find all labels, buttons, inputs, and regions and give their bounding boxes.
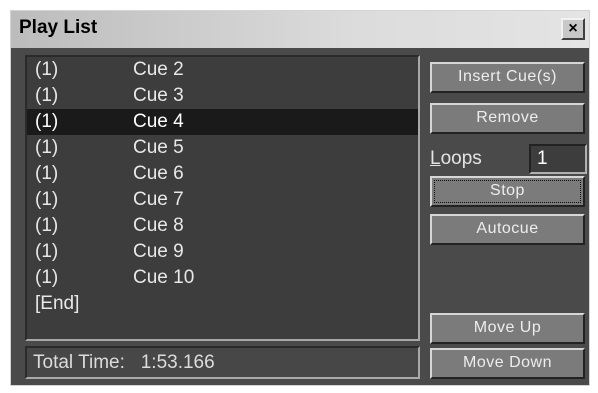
list-item-loops: (1) <box>35 163 59 184</box>
list-item-loops: (1) <box>35 267 59 288</box>
list-item-loops: (1) <box>35 85 59 106</box>
total-time-bar: Total Time: 1:53.166 <box>25 346 420 379</box>
move-down-button[interactable]: Move Down <box>430 348 585 379</box>
list-item-cue: Cue 8 <box>133 215 184 236</box>
list-item-cue: Cue 9 <box>133 241 184 262</box>
list-item-cue: Cue 10 <box>133 267 195 288</box>
list-item-cue: Cue 4 <box>133 111 184 132</box>
list-item[interactable]: (1) Cue 5 <box>27 135 418 161</box>
loops-label-mnemonic: L <box>430 148 441 169</box>
list-item[interactable]: (1) Cue 7 <box>27 187 418 213</box>
list-item-cue: Cue 6 <box>133 163 184 184</box>
list-item-loops: (1) <box>35 189 59 210</box>
list-item-loops: (1) <box>35 241 59 262</box>
list-item-loops: (1) <box>35 137 59 158</box>
stop-button[interactable]: Stop <box>430 176 585 207</box>
list-item-cue: Cue 7 <box>133 189 184 210</box>
loops-input[interactable] <box>529 144 587 174</box>
cue-list[interactable]: (1) Cue 2 (1) Cue 3 (1) Cue 4 (1) Cue 5 (1) Cue 6… <box>25 55 420 341</box>
title-bar[interactable]: Play List × <box>11 11 589 48</box>
list-item[interactable]: (1) Cue 8 <box>27 213 418 239</box>
list-item-cue: Cue 2 <box>133 59 184 80</box>
loops-label-text: oops <box>440 148 482 169</box>
insert-cues-button[interactable]: Insert Cue(s) <box>430 62 585 93</box>
autocue-button[interactable]: Autocue <box>430 214 585 245</box>
list-end-text: [End] <box>35 293 80 314</box>
list-item-loops: (1) <box>35 111 59 132</box>
window-title: Play List <box>19 17 98 38</box>
list-end-marker[interactable]: [End] <box>27 291 418 317</box>
list-item-loops: (1) <box>35 59 59 80</box>
play-list-window: Play List × (1) Cue 2 (1) Cue 3 (1) Cue 4 (1) C… <box>10 10 590 386</box>
list-item[interactable]: (1) Cue 3 <box>27 83 418 109</box>
close-button[interactable]: × <box>561 18 585 40</box>
list-item-loops: (1) <box>35 215 59 236</box>
list-item[interactable]: (1) Cue 2 <box>27 57 418 83</box>
total-time-value: 1:53.166 <box>140 352 215 373</box>
list-item-cue: Cue 3 <box>133 85 184 106</box>
list-item[interactable]: (1) Cue 9 <box>27 239 418 265</box>
remove-button[interactable]: Remove <box>430 103 585 134</box>
list-item[interactable]: (1) Cue 6 <box>27 161 418 187</box>
close-icon: × <box>568 20 578 37</box>
list-item-cue: Cue 5 <box>133 137 184 158</box>
loops-label: Loops <box>430 147 482 171</box>
total-time-label: Total Time: <box>33 352 125 373</box>
move-up-button[interactable]: Move Up <box>430 313 585 344</box>
list-item[interactable]: (1) Cue 10 <box>27 265 418 291</box>
list-item[interactable]: (1) Cue 4 <box>27 109 418 135</box>
